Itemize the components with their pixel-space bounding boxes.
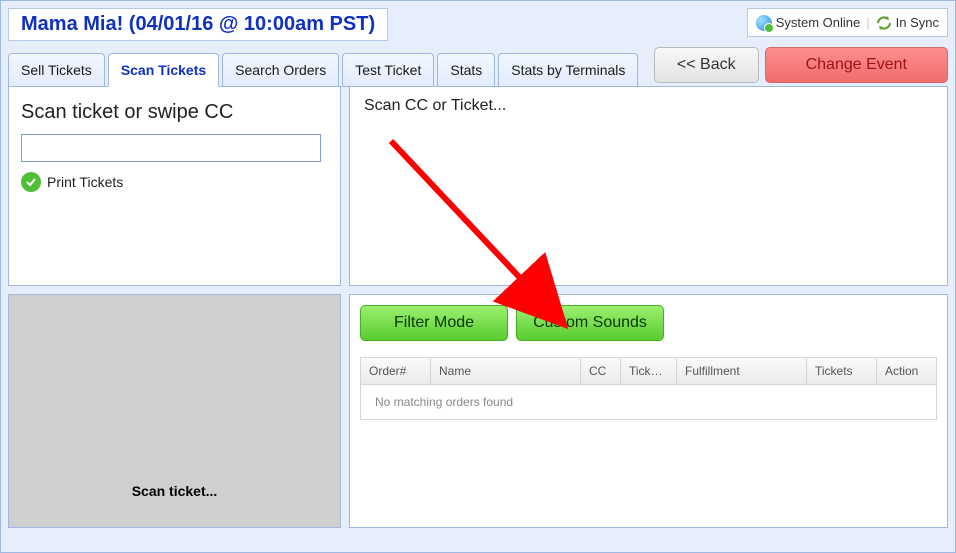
- scan-input-panel: Scan ticket or swipe CC Print Tickets: [8, 86, 341, 286]
- tab-stats[interactable]: Stats: [437, 53, 495, 87]
- status-online-label: System Online: [776, 15, 861, 30]
- status-separator: |: [866, 15, 869, 30]
- orders-table: Order# Name CC Ticket... Fulfillment Tic…: [360, 357, 937, 420]
- tab-sell-tickets[interactable]: Sell Tickets: [8, 53, 105, 87]
- change-event-button[interactable]: Change Event: [765, 47, 948, 83]
- status-sync-label: In Sync: [896, 15, 939, 30]
- print-tickets-toggle[interactable]: Print Tickets: [21, 172, 328, 192]
- scan-input[interactable]: [21, 134, 321, 162]
- scan-preview-text: Scan ticket...: [132, 483, 218, 499]
- orders-table-header: Order# Name CC Ticket... Fulfillment Tic…: [361, 358, 936, 385]
- orders-empty-text: No matching orders found: [361, 385, 936, 419]
- sync-icon: [876, 15, 892, 31]
- scan-heading: Scan ticket or swipe CC: [21, 101, 328, 124]
- tab-test-ticket[interactable]: Test Ticket: [342, 53, 434, 87]
- col-name[interactable]: Name: [431, 358, 581, 384]
- globe-online-icon: [756, 15, 772, 31]
- status-sync: In Sync: [876, 15, 939, 31]
- col-action[interactable]: Action: [877, 358, 936, 384]
- scan-preview-panel: Scan ticket...: [8, 294, 341, 528]
- tab-scan-tickets[interactable]: Scan Tickets: [108, 53, 219, 87]
- event-title: Mama Mia! (04/01/16 @ 10:00am PST): [8, 8, 388, 41]
- tab-strip: Sell Tickets Scan Tickets Search Orders …: [8, 52, 638, 86]
- col-tickets[interactable]: Tickets: [807, 358, 877, 384]
- col-order[interactable]: Order#: [361, 358, 431, 384]
- status-bar: System Online | In Sync: [747, 8, 948, 37]
- back-button[interactable]: << Back: [654, 47, 759, 83]
- col-ticket-type[interactable]: Ticket...: [621, 358, 677, 384]
- tab-stats-terminals[interactable]: Stats by Terminals: [498, 53, 638, 87]
- col-cc[interactable]: CC: [581, 358, 621, 384]
- scan-message-panel: Scan CC or Ticket...: [349, 86, 948, 286]
- scan-message: Scan CC or Ticket...: [350, 87, 947, 125]
- status-online: System Online: [756, 15, 861, 31]
- filter-mode-button[interactable]: Filter Mode: [360, 305, 508, 341]
- print-tickets-label: Print Tickets: [47, 174, 123, 190]
- col-fulfillment[interactable]: Fulfillment: [677, 358, 807, 384]
- custom-sounds-button[interactable]: Custom Sounds: [516, 305, 664, 341]
- orders-panel: Filter Mode Custom Sounds Order# Name CC…: [349, 294, 948, 528]
- tab-search-orders[interactable]: Search Orders: [222, 53, 339, 87]
- check-icon: [21, 172, 41, 192]
